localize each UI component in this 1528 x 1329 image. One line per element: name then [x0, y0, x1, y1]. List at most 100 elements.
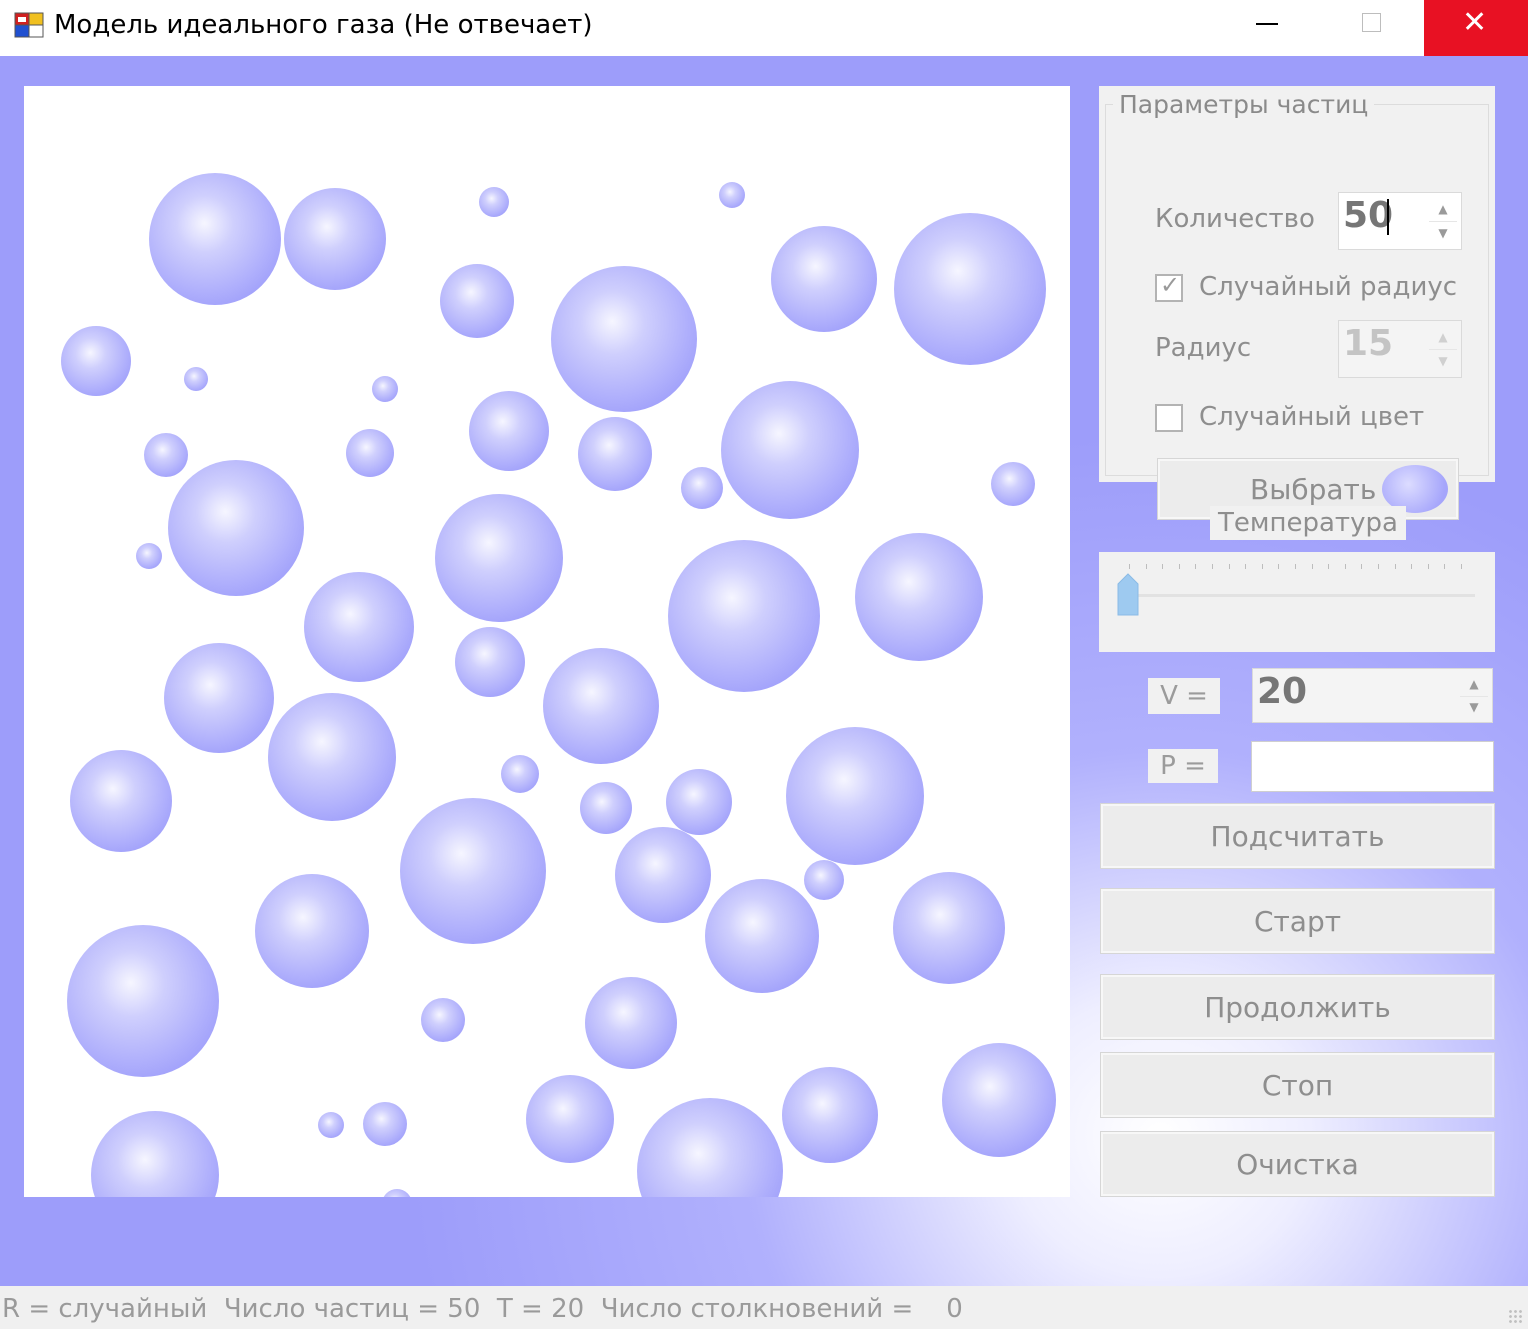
gas-particle: [543, 648, 659, 764]
random-radius-checkbox[interactable]: ✓: [1155, 271, 1183, 302]
gas-particle: [184, 367, 208, 391]
gas-particle: [284, 188, 386, 290]
spin-down-icon[interactable]: ▼: [1429, 221, 1457, 245]
gas-particle: [400, 798, 546, 944]
slider-tick: [1145, 564, 1147, 569]
status-bar: R = случайный Число частиц = 50 T = 20 Ч…: [0, 1286, 1528, 1329]
slider-tick: [1328, 564, 1330, 569]
gas-particle: [991, 462, 1035, 506]
minimize-icon: [1256, 23, 1278, 25]
gas-particle: [637, 1098, 783, 1197]
slider-tick: [1295, 564, 1296, 569]
start-button[interactable]: Старт: [1100, 888, 1495, 954]
gas-particle: [144, 433, 188, 477]
gas-particle: [363, 1102, 407, 1146]
gas-particle: [501, 755, 539, 793]
count-label: Количество: [1155, 204, 1315, 234]
slider-tick: [1278, 564, 1280, 569]
slider-tick: [1178, 564, 1180, 569]
close-button[interactable]: ✕: [1424, 0, 1528, 56]
spin-up-icon[interactable]: ▲: [1429, 197, 1457, 222]
gas-particle: [721, 381, 859, 519]
gas-particle: [455, 627, 525, 697]
slider-thumb[interactable]: [1117, 572, 1139, 616]
stop-button[interactable]: Стоп: [1100, 1052, 1495, 1118]
temperature-slider[interactable]: [1099, 552, 1495, 652]
pressure-label: P =: [1148, 749, 1218, 783]
particles-layer: [61, 173, 1056, 1197]
resize-grip-icon[interactable]: [1508, 1309, 1524, 1325]
gas-particle: [771, 226, 877, 332]
slider-tick: [1129, 564, 1130, 569]
spin-down-icon[interactable]: ▼: [1460, 696, 1488, 719]
volume-stepper[interactable]: 20 ▲ ▼: [1252, 668, 1493, 723]
gas-particle: [346, 429, 394, 477]
random-radius-label: Случайный радиус: [1199, 272, 1458, 302]
gas-particle: [91, 1111, 219, 1197]
gas-particle: [578, 417, 652, 491]
gas-particle: [70, 750, 172, 852]
spin-down-icon[interactable]: ▼: [1429, 349, 1457, 373]
gas-particle: [551, 266, 697, 412]
slider-tick: [1311, 564, 1313, 569]
maximize-icon: [1362, 13, 1381, 32]
pressure-field[interactable]: [1251, 741, 1494, 792]
count-spinner[interactable]: ▲ ▼: [1429, 197, 1457, 245]
checkmark-icon: ✓: [1160, 271, 1181, 299]
gas-particle: [61, 326, 131, 396]
gas-particle: [479, 187, 509, 217]
app-icon: [14, 12, 44, 38]
radius-stepper[interactable]: 15 ▲ ▼: [1338, 320, 1462, 378]
slider-tick: [1245, 564, 1247, 569]
simulation-canvas[interactable]: [24, 86, 1070, 1197]
gas-particle: [136, 543, 162, 569]
slider-tick: [1394, 564, 1396, 569]
particle-params-group: Параметры частиц Количество 50 ▲ ▼ ✓ Слу…: [1099, 86, 1495, 520]
text-caret: [1387, 199, 1389, 235]
slider-tick: [1228, 564, 1230, 569]
gas-particle: [168, 460, 304, 596]
gas-particle: [804, 860, 844, 900]
calculate-button[interactable]: Подсчитать: [1100, 803, 1495, 869]
continue-button[interactable]: Продолжить: [1100, 974, 1495, 1040]
gas-particle: [615, 827, 711, 923]
temperature-label: Температура: [1210, 506, 1406, 540]
volume-label: V =: [1148, 678, 1220, 714]
radius-label: Радиус: [1155, 333, 1252, 363]
volume-spinner[interactable]: ▲ ▼: [1460, 673, 1488, 718]
clear-button[interactable]: Очистка: [1100, 1131, 1495, 1197]
gas-particle: [149, 173, 281, 305]
gas-particle: [668, 540, 820, 692]
slider-tick: [1162, 564, 1164, 569]
status-text: R = случайный Число частиц = 50 T = 20 Ч…: [2, 1294, 963, 1324]
radius-spinner[interactable]: ▲ ▼: [1429, 325, 1457, 373]
close-icon: ✕: [1462, 5, 1488, 40]
slider-tick: [1212, 564, 1213, 569]
maximize-button[interactable]: [1320, 0, 1424, 56]
gas-particle: [383, 1189, 411, 1197]
window-title: Модель идеального газа (Не отвечает): [54, 10, 593, 40]
gas-particle: [719, 182, 745, 208]
gas-particle: [585, 977, 677, 1069]
gas-particle: [268, 693, 396, 821]
minimize-button[interactable]: [1215, 0, 1319, 56]
spin-up-icon[interactable]: ▲: [1460, 673, 1488, 697]
random-color-checkbox[interactable]: [1155, 404, 1183, 432]
gas-particle: [782, 1067, 878, 1163]
slider-tick: [1261, 564, 1263, 569]
gas-particle: [786, 727, 924, 865]
gas-particle: [255, 874, 369, 988]
slider-tick: [1195, 564, 1197, 569]
count-value: 50: [1343, 195, 1394, 236]
gas-particle: [681, 467, 723, 509]
gas-particle: [469, 391, 549, 471]
title-bar: Модель идеального газа (Не отвечает) ✕: [0, 0, 1528, 56]
client-area: Параметры частиц Количество 50 ▲ ▼ ✓ Слу…: [0, 56, 1528, 1286]
group-title: Параметры частиц: [1113, 90, 1375, 119]
gas-particle: [67, 925, 219, 1077]
random-color-label: Случайный цвет: [1199, 402, 1425, 432]
spin-up-icon[interactable]: ▲: [1429, 325, 1457, 350]
slider-tick: [1427, 564, 1429, 569]
count-stepper[interactable]: 50 ▲ ▼: [1338, 192, 1462, 250]
gas-particle: [894, 213, 1046, 365]
